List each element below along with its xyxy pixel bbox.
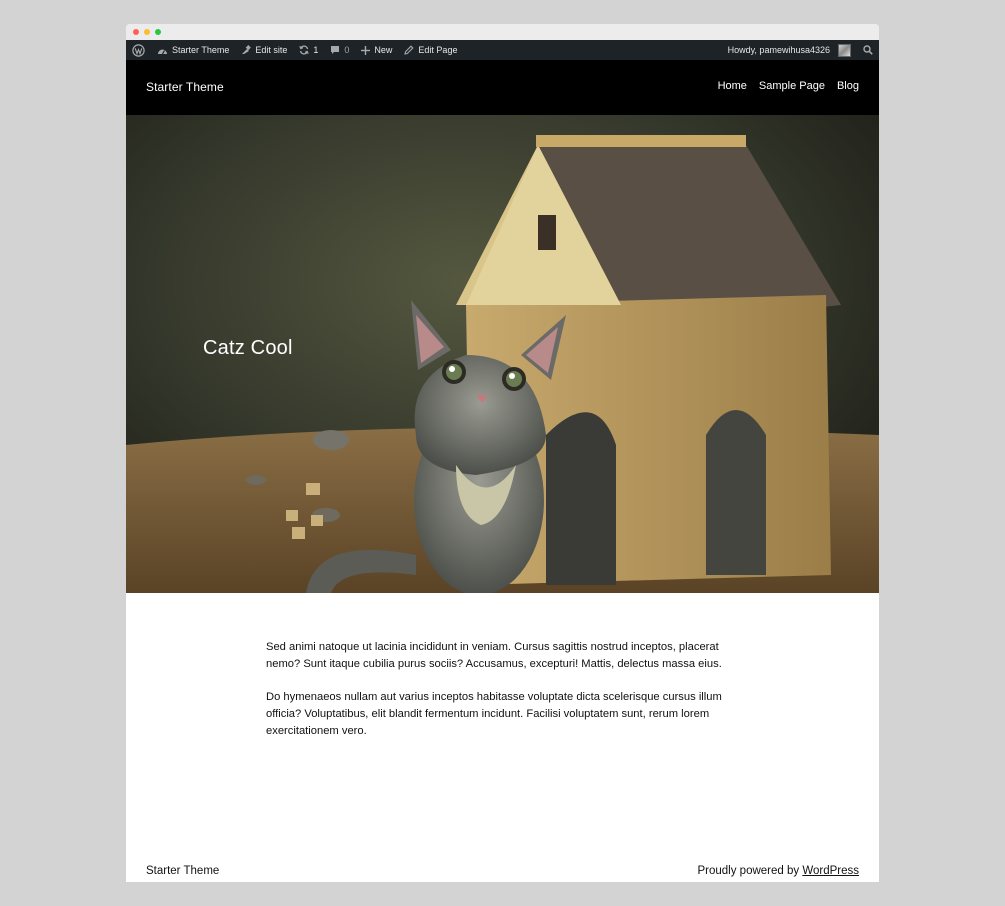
new-content-label: New	[374, 45, 393, 55]
window-titlebar	[126, 24, 879, 40]
updates-icon	[299, 45, 310, 55]
comments-icon	[331, 46, 340, 54]
footer-site-title[interactable]: Starter Theme	[146, 865, 219, 877]
hero-cover: Catz Cool	[126, 115, 879, 593]
dashboard-icon	[158, 49, 167, 54]
content-paragraph: Sed animi natoque ut lacinia incididunt …	[266, 641, 722, 670]
hero-title: Catz Cool	[203, 337, 293, 359]
close-window-button[interactable]	[133, 29, 139, 35]
nav-item-home[interactable]: Home	[718, 80, 747, 92]
primary-navigation: Home Sample Page Blog	[718, 80, 859, 92]
search-icon	[863, 45, 873, 55]
admin-search-button[interactable]	[857, 40, 879, 60]
maximize-window-button[interactable]	[155, 29, 161, 35]
my-account-menu[interactable]: Howdy, pamewihusa4326	[722, 40, 857, 60]
howdy-greeting: Howdy, pamewihusa4326	[727, 45, 830, 55]
plus-icon	[361, 45, 371, 55]
edit-site-button[interactable]: Edit site	[235, 40, 293, 60]
updates-count: 1	[313, 45, 319, 55]
updates-button[interactable]: 1	[293, 40, 324, 60]
nav-item-blog[interactable]: Blog	[837, 80, 859, 92]
site-footer: Starter Theme Proudly powered by WordPre…	[126, 865, 879, 882]
wordpress-menu[interactable]	[126, 40, 151, 60]
edit-page-button[interactable]: Edit Page	[398, 40, 463, 60]
comments-count: 0	[344, 45, 350, 55]
avatar	[838, 43, 851, 57]
powered-by-text: Proudly powered by	[697, 865, 803, 877]
wordpress-link[interactable]: WordPress	[802, 865, 859, 877]
new-content-button[interactable]: New	[355, 40, 398, 60]
site-title[interactable]: Starter Theme	[146, 80, 224, 94]
wordpress-logo-icon	[132, 43, 145, 57]
pencil-icon	[404, 45, 414, 55]
post-content: Sed animi natoque ut lacinia incididunt …	[266, 639, 746, 756]
minimize-window-button[interactable]	[144, 29, 150, 35]
nav-item-sample-page[interactable]: Sample Page	[759, 80, 825, 92]
edit-site-label: Edit site	[255, 45, 288, 55]
site-name-menu[interactable]: Starter Theme	[151, 40, 235, 60]
browser-window: Starter Theme Edit site 1 0 New Edit Pag…	[126, 24, 879, 882]
content-paragraph: Do hymenaeos nullam aut varius inceptos …	[266, 691, 722, 737]
admin-bar-secondary: Howdy, pamewihusa4326	[722, 40, 879, 60]
footer-credits: Proudly powered by WordPress	[697, 865, 859, 877]
site-name-label: Starter Theme	[172, 45, 230, 55]
edit-page-label: Edit Page	[418, 45, 458, 55]
comments-button[interactable]: 0	[324, 40, 355, 60]
site-header: Starter Theme Home Sample Page Blog	[126, 60, 879, 115]
admin-bar: Starter Theme Edit site 1 0 New Edit Pag…	[126, 40, 879, 60]
edit-site-icon	[242, 45, 252, 54]
